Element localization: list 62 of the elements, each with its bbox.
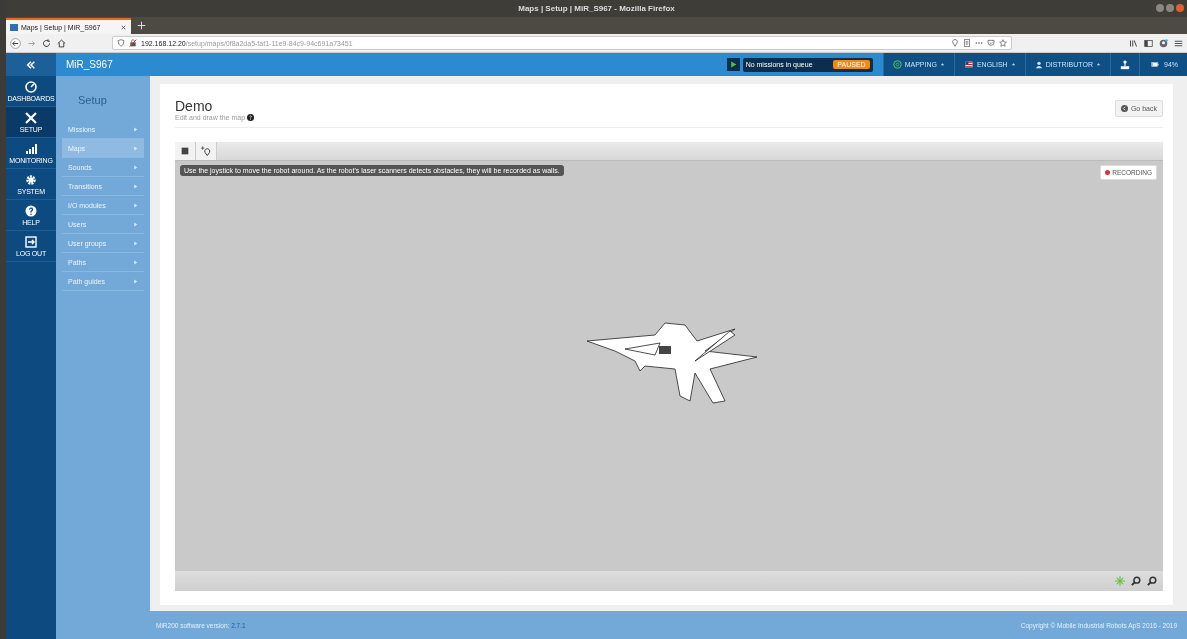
pocket-icon[interactable] (987, 39, 995, 47)
close-button[interactable] (1176, 4, 1184, 12)
joystick-icon (1120, 59, 1130, 70)
favicon-icon (10, 23, 18, 31)
stop-button[interactable] (175, 142, 196, 160)
back-arrow-icon (1120, 105, 1128, 112)
sidebar-title: Setup (77, 93, 108, 108)
square-icon (181, 147, 189, 155)
joystick-button[interactable] (1110, 53, 1139, 76)
shield-icon (117, 39, 125, 47)
chevron-icon (133, 278, 138, 284)
chevron-icon (133, 221, 138, 227)
caret-icon (939, 62, 945, 67)
asterisk-icon (1115, 576, 1125, 586)
help-icon[interactable] (247, 114, 255, 121)
account-icon[interactable] (1159, 38, 1168, 48)
record-dot-icon (1105, 170, 1111, 175)
chevron-icon (133, 240, 138, 246)
battery-icon (1149, 61, 1161, 68)
magnifier-icon (1131, 576, 1141, 586)
location-pin-icon (951, 39, 959, 47)
maximize-button[interactable] (1166, 4, 1174, 12)
gear-icon (25, 173, 37, 186)
reload-icon[interactable] (42, 38, 51, 48)
close-icon[interactable] (120, 23, 127, 31)
add-pin-icon (201, 146, 211, 156)
logout-icon (25, 235, 37, 248)
robot-name: MiR_S967 (66, 59, 113, 70)
magnifier-icon (1147, 576, 1157, 586)
back-icon[interactable] (10, 37, 21, 49)
chevron-icon (133, 126, 138, 132)
reader-view-icon[interactable] (963, 39, 971, 47)
bar-chart-icon (25, 142, 37, 155)
plus-icon[interactable] (137, 21, 146, 30)
double-chevron-icon (26, 59, 36, 70)
play-icon (729, 61, 737, 68)
menu-icon[interactable] (1174, 38, 1183, 48)
flag-icon (963, 61, 974, 68)
page-title: Demo (175, 98, 214, 114)
chevron-icon (133, 164, 138, 170)
chevron-icon (133, 259, 138, 265)
caret-icon (1096, 62, 1101, 67)
minimize-button[interactable] (1156, 4, 1164, 12)
caret-icon (1010, 62, 1016, 67)
chevron-icon (133, 183, 138, 189)
gauge-icon (25, 80, 37, 93)
tools-icon (25, 111, 37, 124)
more-icon[interactable] (975, 39, 983, 47)
help-icon (25, 204, 37, 217)
sidebar-icon[interactable] (1144, 38, 1153, 48)
zoom-in-button[interactable] (1129, 574, 1143, 588)
chevron-icon (133, 145, 138, 151)
user-icon (1034, 60, 1043, 69)
home-icon[interactable] (57, 38, 66, 48)
add-position-button[interactable] (196, 142, 217, 160)
library-icon[interactable] (1129, 38, 1138, 48)
star-icon[interactable] (999, 39, 1007, 47)
window-title: Maps | Setup | MiR_S967 - Mozilla Firefox (518, 4, 675, 13)
insecure-lock-icon (129, 39, 137, 47)
play-button[interactable] (726, 58, 740, 71)
zoom-out-button[interactable] (1145, 574, 1159, 588)
chevron-icon (133, 202, 138, 208)
